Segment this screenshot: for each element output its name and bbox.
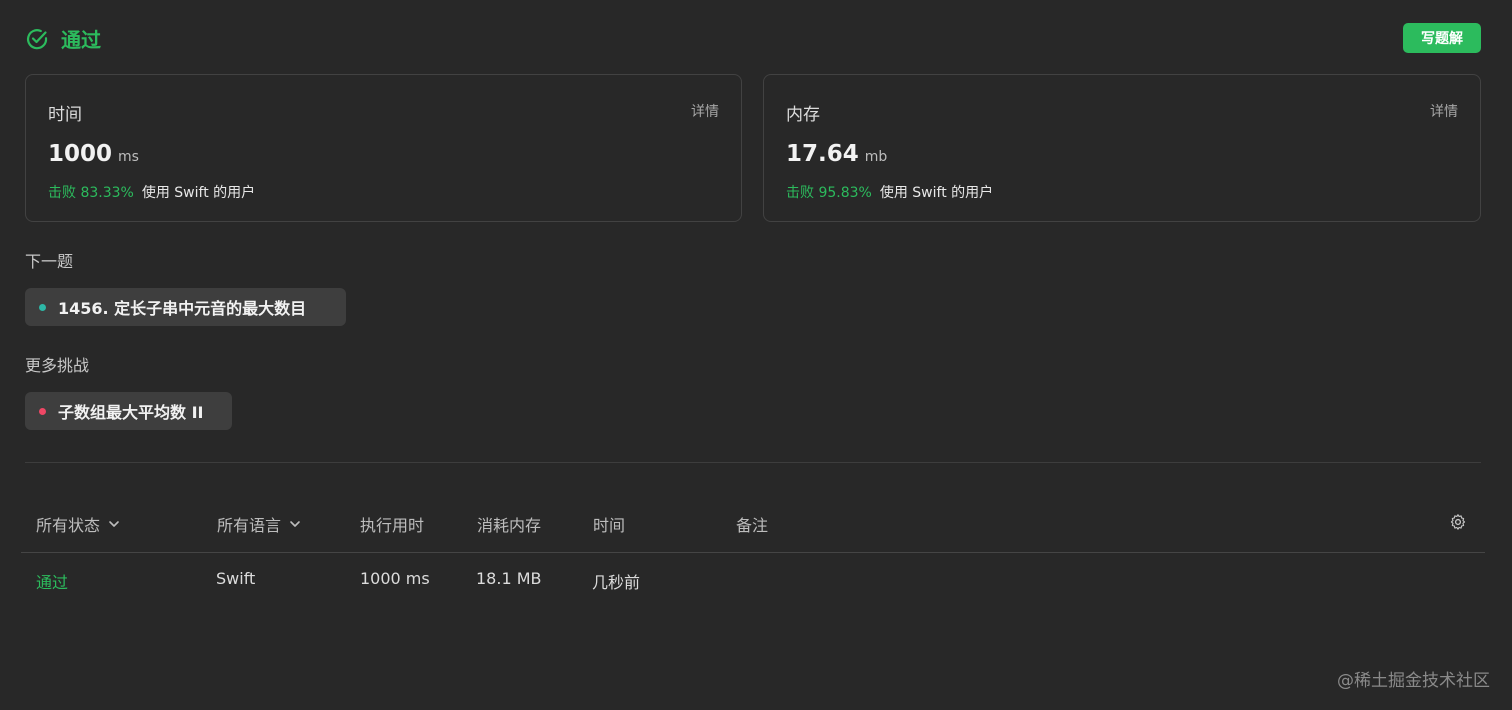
runtime-beat-suffix: 使用 Swift 的用户 [141, 185, 256, 201]
difficulty-dot-icon [39, 303, 46, 311]
next-problem-label: 1456. 定长子串中元音的最大数目 [58, 299, 307, 318]
language-filter-label: 所有语言 [217, 516, 282, 535]
submission-memory: 18.1 MB [476, 569, 542, 588]
memory-beat: 击败 95.83% 使用 Swift 的用户 [786, 182, 993, 202]
more-challenge-label: 子数组最大平均数 II [58, 403, 204, 422]
difficulty-dot-icon [39, 407, 46, 415]
runtime-unit: ms [118, 149, 139, 165]
gear-icon[interactable] [1449, 513, 1467, 531]
memory-beat-suffix: 使用 Swift 的用户 [879, 185, 994, 201]
check-circle-icon [26, 28, 48, 49]
submission-runtime: 1000 ms [360, 569, 430, 588]
next-problem-chip[interactable]: 1456. 定长子串中元音的最大数目 [25, 288, 346, 326]
status-filter-dropdown[interactable]: 所有状态 [36, 512, 120, 536]
runtime-label: 时间 [48, 105, 82, 125]
runtime-beat-percent: 击败 83.33% [48, 185, 134, 201]
language-filter-dropdown[interactable]: 所有语言 [217, 512, 301, 536]
submissions-table-header: 所有状态 所有语言 执行用时 消耗内存 时间 备注 [21, 494, 1485, 552]
submission-language: Swift [216, 569, 256, 588]
divider [25, 462, 1481, 463]
result-header: 通过 [25, 24, 101, 53]
runtime-column-header: 执行用时 [360, 516, 425, 535]
runtime-number: 1000 [48, 141, 113, 167]
note-column-header: 备注 [736, 516, 769, 535]
memory-number: 17.64 [786, 141, 859, 167]
memory-label: 内存 [786, 105, 820, 125]
submission-status-link[interactable]: 通过 [36, 569, 68, 593]
more-challenges-title: 更多挑战 [25, 356, 90, 375]
next-problem-title: 下一题 [25, 252, 74, 271]
write-solution-button[interactable]: 写题解 [1403, 23, 1481, 53]
runtime-detail-link[interactable]: 详情 [691, 101, 719, 121]
runtime-value: 1000 ms [48, 141, 139, 167]
memory-column-header: 消耗内存 [477, 516, 542, 535]
result-status: 通过 [61, 28, 101, 52]
submission-result-page: 通过 写题解 时间 详情 1000 ms 击败 83.33% 使用 Swift … [0, 0, 1512, 710]
runtime-beat: 击败 83.33% 使用 Swift 的用户 [48, 182, 255, 202]
memory-beat-percent: 击败 95.83% [786, 185, 872, 201]
status-filter-label: 所有状态 [36, 516, 101, 535]
memory-card: 内存 详情 17.64 mb 击败 95.83% 使用 Swift 的用户 [763, 74, 1481, 222]
more-challenge-chip[interactable]: 子数组最大平均数 II [25, 392, 232, 430]
time-column-header: 时间 [593, 516, 626, 535]
memory-unit: mb [864, 149, 888, 165]
submission-time: 几秒前 [592, 573, 641, 592]
table-row: 通过 Swift 1000 ms 18.1 MB 几秒前 [21, 553, 1485, 607]
runtime-card: 时间 详情 1000 ms 击败 83.33% 使用 Swift 的用户 [25, 74, 742, 222]
memory-detail-link[interactable]: 详情 [1430, 101, 1458, 121]
memory-value: 17.64 mb [786, 141, 887, 167]
chevron-down-icon [290, 521, 300, 527]
chevron-down-icon [109, 521, 119, 527]
watermark: @稀土掘金技术社区 [1337, 671, 1490, 691]
